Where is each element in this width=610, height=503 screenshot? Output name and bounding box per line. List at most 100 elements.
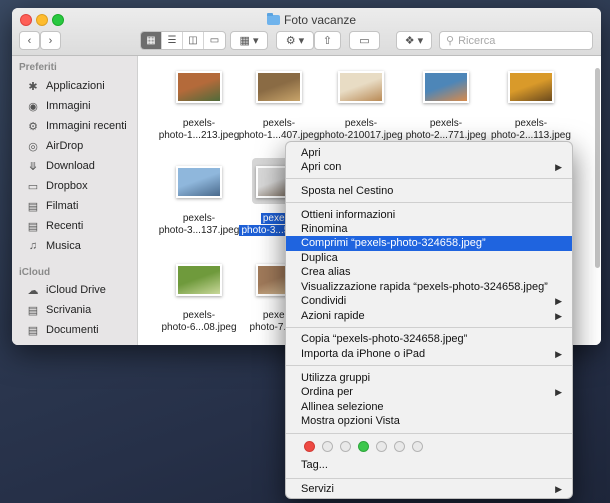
airdrop-icon: ◎ [28, 140, 38, 153]
menu-item-duplica[interactable]: Duplica [286, 251, 572, 266]
dropbox-button[interactable]: ❖ ▾ [396, 31, 432, 50]
sidebar-item-label: Scrivania [46, 304, 92, 316]
file-thumbnail[interactable] [508, 71, 554, 103]
column-view-icon[interactable]: ◫ [183, 32, 204, 49]
vertical-scrollbar[interactable] [595, 68, 600, 268]
menu-item-apri[interactable]: Apri [286, 146, 572, 161]
window-title: Foto vacanze [267, 13, 356, 27]
file-thumbnail[interactable] [256, 71, 302, 103]
file-thumbnail[interactable] [423, 71, 469, 103]
file-thumbnail[interactable] [338, 71, 384, 103]
tag-yellow-dot[interactable] [340, 441, 351, 452]
menu-separator [286, 365, 572, 366]
tags-button[interactable]: ▭ [349, 31, 380, 50]
menu-item-utilizza-gruppi[interactable]: Utilizza gruppi [286, 371, 572, 386]
file-name[interactable]: pexels-photo-1...213.jpeg [156, 118, 242, 142]
file-name[interactable]: pexels-photo-210017.jpeg [318, 118, 404, 142]
file-name[interactable]: pexels-photo-3...137.jpeg [156, 213, 242, 237]
back-button[interactable]: ‹ [19, 31, 40, 50]
share-button[interactable]: ⇧ [314, 31, 341, 50]
menu-item-comprimi[interactable]: Comprimi “pexels-photo-324658.jpeg” [286, 236, 572, 251]
sidebar-item-airdrop[interactable]: ◎ AirDrop [26, 138, 83, 154]
menu-item-rinomina[interactable]: Rinomina [286, 222, 572, 237]
forward-button[interactable]: › [40, 31, 61, 50]
menu-item-apri-con[interactable]: Apri con ▶ [286, 160, 572, 175]
tag-red-dot[interactable] [304, 441, 315, 452]
recent-icon: ▤ [27, 220, 39, 233]
tag-purple-dot[interactable] [394, 441, 405, 452]
menu-item-ottieni-informazioni[interactable]: Ottieni informazioni [286, 208, 572, 223]
sidebar-item-musica[interactable]: ♫ Musica [26, 238, 81, 254]
zoom-button[interactable] [52, 14, 64, 26]
sidebar-item-applicazioni[interactable]: ✱ Applicazioni [26, 78, 105, 94]
file-name[interactable]: pexels-photo-6...08.jpeg [156, 310, 242, 334]
group-button[interactable]: ▦ ▾ [230, 31, 268, 50]
file-name[interactable]: pexels-photo-2...771.jpeg [403, 118, 489, 142]
close-button[interactable] [20, 14, 32, 26]
menu-item-mostra-opzioni-vista[interactable]: Mostra opzioni Vista [286, 414, 572, 429]
sidebar-item-recenti[interactable]: ▤ Recenti [26, 218, 84, 234]
menu-separator [286, 327, 572, 328]
minimize-button[interactable] [36, 14, 48, 26]
submenu-arrow-icon: ▶ [555, 349, 562, 359]
music-icon: ♫ [28, 240, 38, 252]
tag-icon: ▭ [359, 35, 370, 47]
action-button[interactable]: ⚙ ▾ [276, 31, 314, 50]
view-mode-control[interactable]: ▦ ☰ ◫ ▭ [140, 31, 226, 50]
menu-item-ordina-per[interactable]: Ordina per ▶ [286, 385, 572, 400]
list-view-icon[interactable]: ☰ [162, 32, 183, 49]
search-field[interactable]: ⚲ Ricerca [439, 31, 593, 50]
submenu-arrow-icon: ▶ [555, 162, 562, 172]
sidebar-heading-icloud: iCloud [19, 267, 51, 278]
group-icon: ▦ ▾ [239, 35, 259, 47]
menu-item-azioni-rapide[interactable]: Azioni rapide ▶ [286, 309, 572, 324]
sidebar-item-download[interactable]: ⤋ Download [26, 158, 95, 174]
applications-icon: ✱ [28, 80, 38, 93]
menu-item-servizi[interactable]: Servizi ▶ [286, 482, 572, 497]
submenu-arrow-icon: ▶ [555, 296, 562, 306]
download-icon: ⤋ [28, 160, 38, 173]
file-thumbnail[interactable] [176, 264, 222, 296]
menu-item-condividi[interactable]: Condividi ▶ [286, 294, 572, 309]
tag-orange-dot[interactable] [322, 441, 333, 452]
chevron-left-icon: ‹ [27, 34, 32, 47]
tag-green-dot[interactable] [358, 441, 369, 452]
sidebar-item-label: Applicazioni [46, 80, 105, 92]
menu-item-copia[interactable]: Copia “pexels-photo-324658.jpeg” [286, 332, 572, 347]
menu-item-sposta-nel-cestino[interactable]: Sposta nel Cestino [286, 184, 572, 199]
sidebar-item-filmati[interactable]: ▤ Filmati [26, 198, 79, 214]
submenu-arrow-icon: ▶ [555, 311, 562, 321]
file-name[interactable]: pexels-photo-2...113.jpeg [488, 118, 574, 142]
file-thumbnail[interactable] [176, 166, 222, 198]
sidebar: Preferiti ✱ Applicazioni ◉ Immagini ⚙ Im… [12, 56, 138, 345]
sidebar-item-documenti[interactable]: ▤ Documenti [26, 322, 99, 338]
menu-item-crea-alias[interactable]: Crea alias [286, 265, 572, 280]
tag-gray-dot[interactable] [412, 441, 423, 452]
sidebar-item-immagini-recenti[interactable]: ⚙ Immagini recenti [26, 118, 127, 134]
search-placeholder: Ricerca [458, 34, 496, 47]
sidebar-item-label: Filmati [46, 200, 79, 212]
sidebar-heading-favorites: Preferiti [19, 62, 57, 73]
sidebar-item-label: Immagini recenti [46, 120, 127, 132]
menu-separator [286, 178, 572, 179]
sidebar-item-dropbox[interactable]: ▭ Dropbox [26, 178, 88, 194]
sidebar-item-immagini[interactable]: ◉ Immagini [26, 98, 90, 114]
file-thumbnail[interactable] [176, 71, 222, 103]
icon-view-icon[interactable]: ▦ [141, 32, 162, 49]
sidebar-item-label: Recenti [46, 220, 84, 232]
share-icon: ⇧ [322, 35, 333, 47]
cloud-icon: ☁ [27, 284, 39, 297]
gear-icon: ⚙ ▾ [285, 35, 305, 47]
camera-icon: ◉ [28, 100, 38, 113]
search-icon: ⚲ [446, 35, 455, 47]
sidebar-item-icloud-drive[interactable]: ☁ iCloud Drive [26, 282, 106, 298]
file-name[interactable]: pexels-photo-1...407.jpeg [236, 118, 322, 142]
sidebar-item-scrivania[interactable]: ▤ Scrivania [26, 302, 91, 318]
sidebar-item-label: Documenti [46, 324, 99, 336]
gallery-view-icon[interactable]: ▭ [204, 32, 225, 49]
menu-item-importa-da-iphone[interactable]: Importa da iPhone o iPad ▶ [286, 347, 572, 362]
menu-item-allinea-selezione[interactable]: Allinea selezione [286, 400, 572, 415]
menu-item-tag[interactable]: Tag... [286, 458, 572, 473]
menu-item-visualizzazione-rapida[interactable]: Visualizzazione rapida “pexels-photo-324… [286, 280, 572, 295]
tag-blue-dot[interactable] [376, 441, 387, 452]
